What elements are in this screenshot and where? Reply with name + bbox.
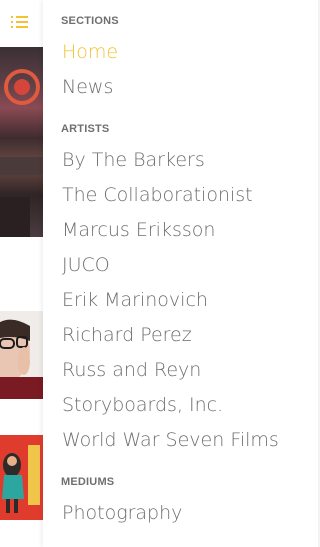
nav-item-home[interactable]: Home (62, 41, 118, 63)
background-page (0, 0, 43, 547)
artist-photo-2[interactable] (0, 311, 43, 399)
nav-item-world-war-seven-films[interactable]: World War Seven Films (62, 429, 279, 451)
navigation-drawer: SECTIONS Home News ARTISTS By The Barker… (43, 0, 320, 547)
nav-item-erik-marinovich[interactable]: Erik Marinovich (62, 289, 208, 311)
nav-item-marcus-eriksson[interactable]: Marcus Eriksson (62, 219, 215, 241)
menu-button[interactable] (10, 13, 30, 31)
section-title-artists: ARTISTS (61, 123, 110, 135)
nav-item-russ-and-reyn[interactable]: Russ and Reyn (62, 359, 201, 381)
nav-item-photography[interactable]: Photography (62, 502, 182, 524)
section-title-sections: SECTIONS (61, 15, 119, 27)
artist-illustration[interactable] (0, 435, 43, 520)
artist-photo-1[interactable] (0, 47, 43, 237)
list-icon (11, 16, 28, 28)
section-title-mediums: MEDIUMS (61, 476, 115, 488)
nav-item-storyboards-inc[interactable]: Storyboards, Inc. (62, 394, 223, 416)
nav-item-juco[interactable]: JUCO (62, 254, 110, 276)
nav-item-by-the-barkers[interactable]: By The Barkers (62, 149, 205, 171)
nav-item-richard-perez[interactable]: Richard Perez (62, 324, 192, 346)
nav-item-the-collaborationist[interactable]: The Collaborationist (62, 184, 253, 206)
nav-item-news[interactable]: News (62, 76, 113, 98)
